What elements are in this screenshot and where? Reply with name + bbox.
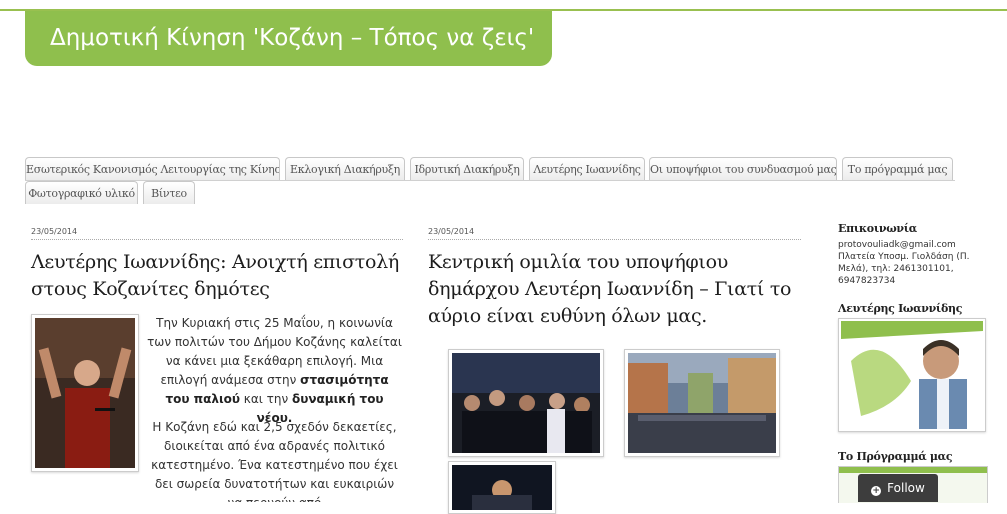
post-title-line[interactable]: στους Κοζανίτες δημότες: [31, 276, 411, 303]
post-date-divider: [31, 239, 403, 240]
post-title-line[interactable]: δημάρχου Λευτέρη Ιωαννίδη – Γιατί το: [428, 276, 818, 303]
nav-tab-ioannidis[interactable]: Λευτέρης Ιωαννίδης: [529, 157, 645, 180]
post-date: 23/05/2014: [31, 227, 78, 236]
nav-divider: [25, 180, 955, 181]
post-excerpt: Την Κυριακή στις 25 Μαΐου, η κοινωνία τω…: [147, 314, 402, 434]
post-title-line[interactable]: Λευτέρης Ιωαννίδης: Ανοιχτή επιστολή: [31, 249, 411, 276]
post-text: και την: [239, 392, 293, 406]
nav-tab-founding[interactable]: Ιδρυτική Διακήρυξη: [410, 157, 524, 180]
nav-tab-rules[interactable]: Εσωτερικός Κανονισμός Λειτουργίας της Κί…: [25, 157, 280, 180]
nav-tab-photos[interactable]: Φωτογραφικό υλικό: [25, 181, 138, 204]
profile-widget-title: Λευτέρης Ιωαννίδης: [838, 302, 963, 315]
plus-icon: +: [871, 486, 882, 496]
post-paragraph: Η Κοζάνη εδώ και 2,5 σχεδόν δεκαετίες, δ…: [151, 420, 398, 502]
follow-label: Follow: [887, 481, 925, 495]
follow-button[interactable]: + Follow: [858, 474, 938, 502]
post-title-line[interactable]: αύριο είναι ευθύνη όλων μας.: [428, 303, 818, 330]
speech-photo-1[interactable]: [448, 349, 604, 457]
nav-tab-candidates[interactable]: Οι υποψήφιοι του συνδυασμού μας: [649, 157, 837, 180]
sidebar: Επικοινωνία protovouliadk@gmail.com Πλατ…: [838, 222, 998, 315]
post-title[interactable]: Κεντρική ομιλία του υποψήφιου δημάρχου Λ…: [428, 249, 818, 330]
post-paragraph: Την Κυριακή στις 25 Μαΐου, η κοινωνία τω…: [147, 314, 402, 428]
crowd-photo-image: [452, 353, 600, 453]
contact-address: Πλατεία Υποσμ. Γιολδάση (Π. Μελά), τηλ: …: [838, 252, 970, 286]
post-date: 23/05/2014: [428, 227, 475, 236]
speech-photo-3[interactable]: [448, 461, 556, 514]
nav-tab-video[interactable]: Βίντεο: [143, 181, 195, 204]
top-rule: [0, 0, 1007, 11]
profile-photo[interactable]: [838, 318, 986, 432]
post-excerpt-continued: Η Κοζάνη εδώ και 2,5 σχεδόν δεκαετίες, δ…: [31, 418, 402, 502]
nav-tab-electoral[interactable]: Εκλογική Διακήρυξη: [285, 157, 405, 180]
post-title-line[interactable]: Κεντρική ομιλία του υποψήφιου: [428, 249, 818, 276]
post-date-divider: [428, 239, 801, 240]
contact-email[interactable]: protovouliadk@gmail.com: [838, 239, 998, 251]
nav-tab-program[interactable]: Το πρόγραμμά μας: [842, 157, 953, 180]
speaker-photo-image: [452, 465, 552, 510]
program-image-band: [839, 467, 987, 473]
profile-photo-image: [841, 321, 983, 429]
contact-widget-title: Επικοινωνία: [838, 222, 917, 235]
square-photo-image: [628, 353, 776, 453]
site-title-banner[interactable]: Δημοτική Κίνηση 'Κοζάνη – Τόπος να ζεις': [25, 11, 552, 66]
post-title[interactable]: Λευτέρης Ιωαννίδης: Ανοιχτή επιστολή στο…: [31, 249, 411, 303]
speech-photo-2[interactable]: [624, 349, 780, 457]
program-widget-title: Το Πρόγραμμά μας: [838, 450, 953, 463]
